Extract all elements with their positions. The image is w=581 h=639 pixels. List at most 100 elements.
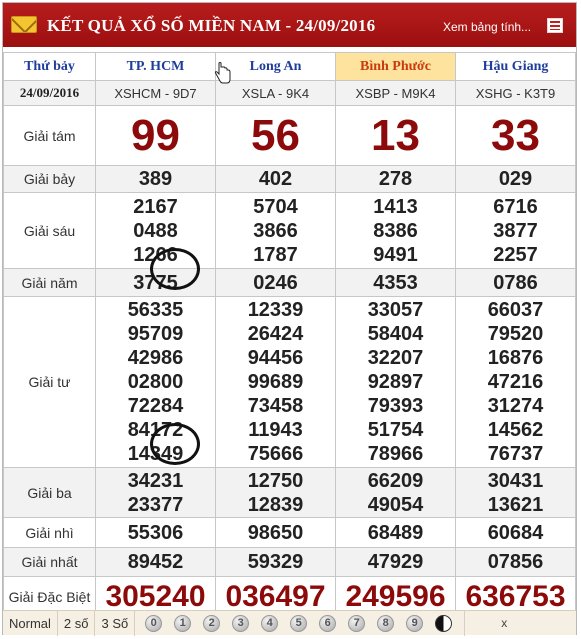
- province-name[interactable]: Bình Phước: [335, 52, 456, 81]
- ticket-code-row: 24/09/2016 XSHCM - 9D7 XSLA - 9K4 XSBP -…: [3, 80, 576, 106]
- digit-button[interactable]: 7: [348, 614, 366, 632]
- prize-number: 12750: [247, 469, 304, 492]
- prize-number: 66037: [487, 299, 544, 321]
- prize-cell: 33057 58404 32207 92897 79393 51754 7896…: [335, 296, 456, 468]
- circle-annotation: [150, 423, 200, 465]
- prize-number: 4353: [335, 268, 456, 297]
- province-name[interactable]: Long An: [215, 52, 336, 81]
- prize-number: 0246: [215, 268, 336, 297]
- prize-cell: 30431 13621: [455, 467, 576, 518]
- digit-button[interactable]: 3: [232, 614, 250, 632]
- digit-button[interactable]: 0: [145, 614, 163, 632]
- digit-button[interactable]: 8: [377, 614, 395, 632]
- prize-number: 1413: [373, 195, 418, 218]
- prize-number: 0488: [133, 219, 178, 242]
- prize-number: 14562: [487, 419, 544, 441]
- three-digit-mode-button[interactable]: 3 Số: [95, 610, 136, 636]
- prize-number: 2257: [493, 243, 538, 266]
- province-header-row: Thứ bảy TP. HCM Long An Bình Phước Hậu G…: [3, 52, 576, 81]
- digit-button[interactable]: 2: [203, 614, 221, 632]
- prize-number: 13: [335, 105, 456, 166]
- prize-label: Giải nhì: [3, 517, 96, 548]
- prize-number: 23377: [127, 493, 184, 516]
- prize-label: Giải ba: [3, 467, 96, 518]
- prize-number: 029: [455, 165, 576, 193]
- prize-number: 99: [95, 105, 216, 166]
- close-toolbar-button[interactable]: x: [501, 616, 507, 630]
- prize-number: 58404: [367, 323, 424, 345]
- prize-number: 75666: [247, 443, 304, 465]
- prize-number: 389: [95, 165, 216, 193]
- prize-cell: 34231 23377: [95, 467, 216, 518]
- prize-number: 56: [215, 105, 336, 166]
- prize-number: 3877: [493, 219, 538, 242]
- yin-yang-icon[interactable]: [435, 614, 453, 632]
- prize-number: 47216: [487, 371, 544, 393]
- ticket-code: XSLA - 9K4: [215, 80, 336, 106]
- page-title: KẾT QUẢ XỔ SỐ MIỀN NAM - 24/09/2016: [47, 16, 376, 35]
- prize-number: 0786: [455, 268, 576, 297]
- digit-button[interactable]: 5: [290, 614, 308, 632]
- prize-number: 31274: [487, 395, 544, 417]
- prize-row-1: Giải nhất 89452 59329 47929 07856: [3, 547, 576, 577]
- lottery-results-widget: KẾT QUẢ XỔ SỐ MIỀN NAM - 24/09/2016 Xem …: [2, 2, 577, 636]
- prize-number: 78966: [367, 443, 424, 465]
- circle-annotation: [150, 248, 200, 290]
- results-table: Thứ bảy TP. HCM Long An Bình Phước Hậu G…: [3, 52, 576, 617]
- mail-icon: [11, 16, 37, 33]
- digit-button[interactable]: 4: [261, 614, 279, 632]
- prize-number: 11943: [248, 419, 303, 441]
- prize-cell: 1413 8386 9491: [335, 192, 456, 269]
- table-icon[interactable]: [547, 18, 563, 33]
- prize-number: 6716: [493, 195, 538, 218]
- prize-number: 56335: [127, 299, 184, 321]
- prize-row-2: Giải nhì 55306 98650 68489 60684: [3, 517, 576, 548]
- prize-number: 278: [335, 165, 456, 193]
- number-filter-toolbar: Normal 2 số 3 Số 0 1 2 3 4 5 6 7 8 9 x: [3, 610, 576, 636]
- digit-button[interactable]: 1: [174, 614, 192, 632]
- prize-cell: 66209 49054: [335, 467, 456, 518]
- prize-number: 07856: [455, 547, 576, 577]
- normal-mode-button[interactable]: Normal: [3, 610, 58, 636]
- draw-date: 24/09/2016: [3, 80, 96, 106]
- view-spreadsheet-link[interactable]: Xem bảng tính...: [443, 20, 531, 34]
- province-name[interactable]: TP. HCM: [95, 52, 216, 81]
- prize-number: 73458: [247, 395, 304, 417]
- prize-number: 32207: [367, 347, 424, 369]
- prize-row-7: Giải bảy 389 402 278 029: [3, 165, 576, 193]
- prize-number: 34231: [127, 469, 184, 492]
- prize-label: Giải nhất: [3, 547, 96, 577]
- prize-label: Giải tư: [3, 296, 96, 468]
- prize-number: 99689: [247, 371, 304, 393]
- prize-number: 98650: [215, 517, 336, 548]
- prize-number: 33057: [367, 299, 424, 321]
- prize-row-5: Giải năm 3775 0246 4353 0786: [3, 268, 576, 297]
- prize-label: Giải năm: [3, 268, 96, 297]
- two-digit-mode-button[interactable]: 2 số: [58, 610, 96, 636]
- prize-number: 59329: [215, 547, 336, 577]
- results-header: KẾT QUẢ XỔ SỐ MIỀN NAM - 24/09/2016 Xem …: [3, 3, 576, 47]
- prize-row-8: Giải tám 99 56 13 33: [3, 105, 576, 166]
- prize-number: 79393: [367, 395, 424, 417]
- digit-button[interactable]: 6: [319, 614, 337, 632]
- prize-number: 94456: [247, 347, 304, 369]
- prize-cell: 66037 79520 16876 47216 31274 14562 7673…: [455, 296, 576, 468]
- prize-number: 12839: [247, 493, 304, 516]
- prize-number: 30431: [487, 469, 544, 492]
- prize-number: 92897: [367, 371, 424, 393]
- prize-number: 68489: [335, 517, 456, 548]
- province-name[interactable]: Hậu Giang: [455, 52, 576, 81]
- prize-number: 3866: [253, 219, 298, 242]
- prize-label: Giải tám: [3, 105, 96, 166]
- prize-number: 55306: [95, 517, 216, 548]
- prize-number: 49054: [367, 493, 424, 516]
- prize-row-6: Giải sáu 2167 0488 1266 5704 3866 1787 1…: [3, 192, 576, 269]
- prize-cell: 12339 26424 94456 99689 73458 11943 7566…: [215, 296, 336, 468]
- prize-row-4: Giải tư 56335 95709 42986 02800 72284 84…: [3, 296, 576, 468]
- toolbar-divider: [464, 610, 466, 636]
- digit-button[interactable]: 9: [406, 614, 424, 632]
- prize-number: 51754: [367, 419, 424, 441]
- prize-number: 72284: [127, 395, 184, 417]
- prize-number: 42986: [127, 347, 184, 369]
- prize-number: 1787: [253, 243, 298, 266]
